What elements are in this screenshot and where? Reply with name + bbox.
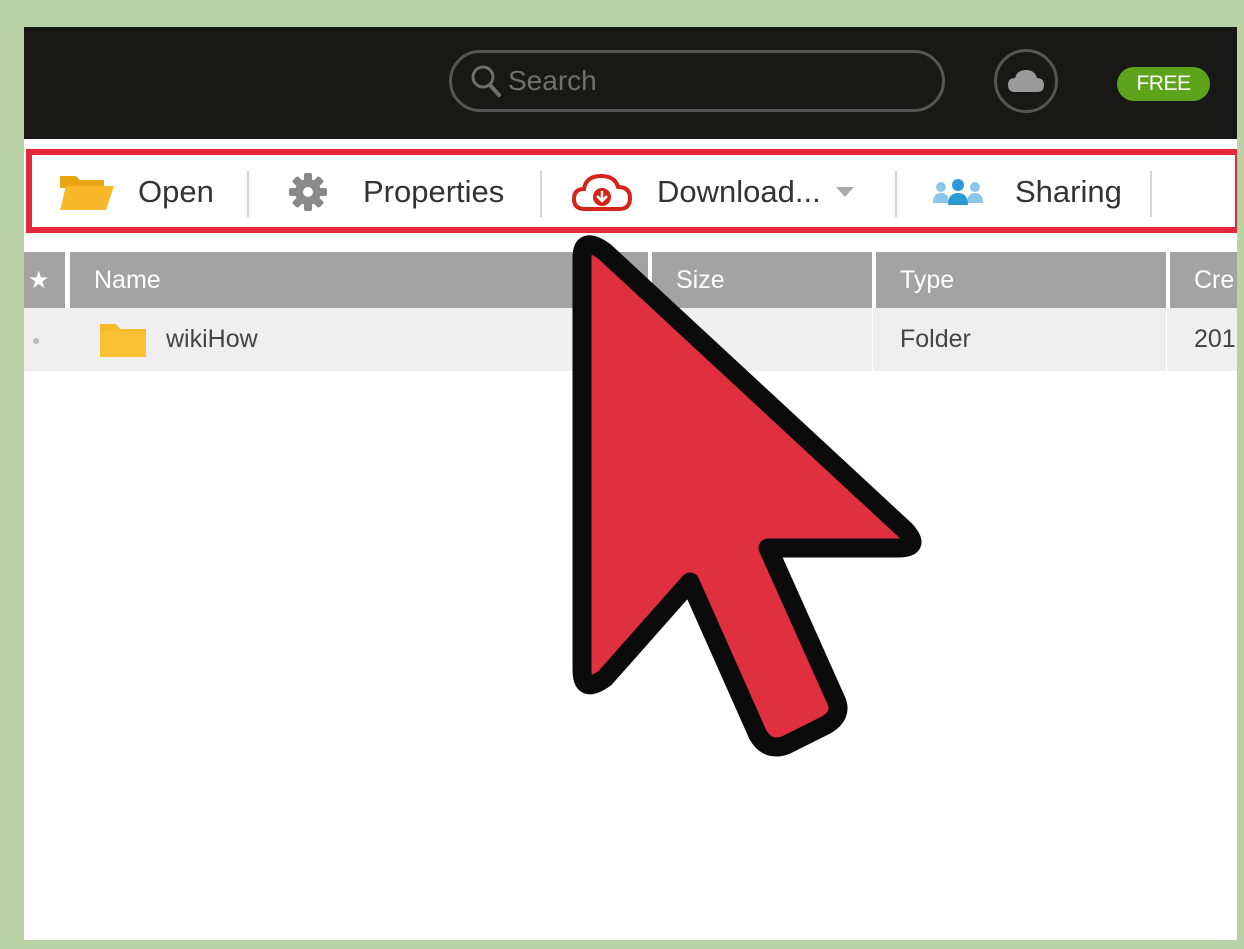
mouse-pointer-icon bbox=[572, 235, 922, 757]
